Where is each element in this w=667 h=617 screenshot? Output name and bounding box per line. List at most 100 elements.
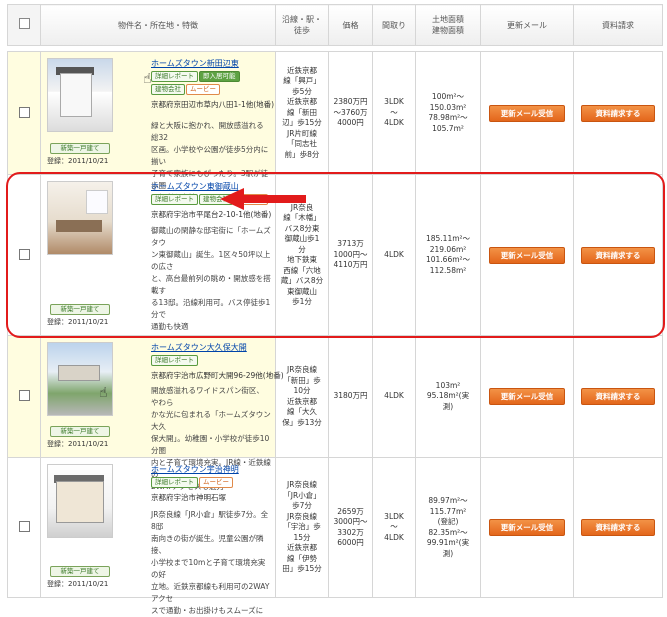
station-line: 近鉄京都	[287, 396, 317, 406]
station-line: 地下鉄東	[287, 255, 317, 264]
registered-date: 登録：2011/10/21	[47, 440, 109, 448]
layout-cell: 4LDK	[372, 174, 416, 336]
property-photo[interactable]	[47, 342, 113, 416]
property-title-link[interactable]: ホームズタウン大久保大開	[151, 342, 271, 353]
station-line: 田」歩15分	[282, 564, 322, 574]
area-line: 78.98m²～	[428, 113, 468, 122]
row-select-cell[interactable]	[7, 51, 41, 175]
area-cell: 100m²～ 150.03m² 78.98m²～ 105.7m²	[415, 51, 481, 175]
feature-tag[interactable]: 建物会社	[151, 84, 185, 95]
feature-tag[interactable]: ムービー	[199, 477, 233, 488]
price-line: 1000円～	[333, 249, 368, 259]
property-description: 御蔵山の閑静な邸宅街に「ホームズタウ ン東御蔵山」誕生。1区々50坪以上の広さ と、…	[151, 225, 271, 333]
price-line: 2659万	[337, 506, 364, 516]
price-line: 4000円	[337, 118, 364, 128]
request-brochure-button[interactable]: 資料請求する	[581, 246, 655, 264]
feature-tag[interactable]: 詳細レポート	[151, 477, 198, 488]
tag-list: 詳細レポート	[151, 354, 271, 367]
feature-tag[interactable]: 即入居可能	[199, 71, 240, 82]
area-line: 89.97m²～	[428, 496, 468, 505]
update-mail-button[interactable]: 更新メール受信	[489, 519, 565, 536]
property-photo[interactable]	[47, 58, 113, 132]
request-brochure-button[interactable]: 資料請求する	[581, 519, 655, 536]
station-line: 線「大久	[287, 407, 317, 416]
request-brochure-button[interactable]: 資料請求する	[581, 388, 655, 405]
area-line: 101.66m²～	[425, 255, 471, 264]
area-cell: 185.11m²～ 219.06m² 101.66m²～ 112.58m²	[415, 174, 481, 336]
brochure-cell: 資料請求する	[573, 51, 663, 175]
row-select-cell[interactable]	[7, 174, 41, 336]
station-line: 蔵」バス8分	[280, 276, 324, 285]
row-select-cell[interactable]	[7, 457, 41, 598]
header-update-mail: 更新メール	[480, 4, 574, 46]
layout-line: ～	[390, 107, 398, 117]
layout-cell: 3LDK ～ 4LDK	[372, 457, 416, 598]
tag-list: 詳細レポート ムービー	[151, 476, 271, 489]
listing-row: 新築一戸建て 登録：2011/10/21 ホームズタウン東御蔵山 詳細レポート建…	[7, 174, 663, 336]
brochure-cell: 資料請求する	[573, 457, 663, 598]
property-title-link[interactable]: ホームズタウン宇治神明	[151, 464, 271, 475]
property-photo[interactable]	[47, 181, 113, 255]
station-line: 「宇治」歩	[283, 522, 321, 532]
row-checkbox[interactable]	[18, 248, 30, 260]
select-all-checkbox[interactable]	[18, 18, 30, 29]
header-brochure: 資料請求	[573, 4, 663, 46]
layout-line: 4LDK	[384, 532, 404, 542]
feature-tag[interactable]: ムービー	[186, 84, 220, 95]
description-line: JR奈良線「JR小倉」駅徒歩7分。全8邸	[151, 510, 269, 531]
header-row: 物件名・所在地・特徴 沿線・駅・ 徒歩 価格 間取り 土地面積 建物面積 更新メール…	[7, 4, 663, 46]
station-line: 東御蔵山	[287, 286, 317, 296]
area-line: 95.18m²(実	[426, 391, 470, 401]
price-line: ～3760万	[333, 107, 368, 117]
description-line: 南向きの街が誕生。児童公園が隣接、	[151, 534, 264, 555]
new-house-badge: 新築一戸建て	[50, 143, 110, 154]
listing-row: 新築一戸建て 登録：2011/10/21 ホームズタウン新田辺東 詳細レポート即…	[7, 51, 663, 202]
area-line: 測)	[442, 401, 454, 411]
station-line: 「新田」歩	[283, 375, 321, 385]
station-line: 線「木幡」	[283, 213, 321, 222]
layout-line: ～	[390, 522, 398, 532]
header-select-all[interactable]	[7, 4, 41, 46]
description-line: 区画。小学校や公園が徒歩5分内に揃い	[151, 145, 269, 166]
station-cell: JR奈良線 「JR小倉」 歩7分 JR奈良線 「宇治」歩 15分 近鉄京都 線「伊勢 田」歩15…	[275, 457, 329, 598]
station-line: 分	[298, 244, 306, 254]
description-line: 保大開」。幼稚園・小学校が徒歩10分圏	[151, 434, 270, 455]
area-line: 115.77m²	[429, 506, 467, 516]
update-mail-button[interactable]: 更新メール受信	[489, 104, 565, 122]
update-mail-cell: 更新メール受信	[480, 457, 574, 598]
area-cell: 103m² 95.18m²(実 測)	[415, 335, 481, 458]
price-cell: 2380万円 ～3760万 4000円	[328, 51, 373, 175]
layout-line: 4LDK	[384, 391, 404, 401]
description-line: る13邸。沿線利用可。バス停徒歩1分で	[151, 298, 271, 319]
price-line: 3000円～	[333, 517, 368, 526]
description-line: 通勤も快適	[151, 322, 189, 331]
station-line: JR奈良線	[287, 480, 317, 490]
row-checkbox[interactable]	[18, 390, 30, 401]
station-line: 近鉄京都	[287, 543, 317, 553]
row-select-cell[interactable]	[7, 335, 41, 458]
row-checkbox[interactable]	[18, 521, 30, 532]
property-title-link[interactable]: ホームズタウン新田辺東	[151, 58, 271, 69]
feature-tag[interactable]: 詳細レポート	[151, 355, 198, 366]
header-name-area: 物件名・所在地・特徴	[40, 4, 276, 46]
description-line: と、高台最前列の眺め・開放感を搭載す	[151, 274, 271, 295]
station-line: 10分	[293, 386, 311, 395]
request-brochure-button[interactable]: 資料請求する	[581, 104, 655, 122]
new-house-badge: 新築一戸建て	[50, 566, 110, 577]
listing-info: 新築一戸建て 登録：2011/10/21 ホームズタウン大久保大開 詳細レポート…	[40, 335, 284, 491]
area-line: 測)	[442, 548, 454, 558]
row-checkbox[interactable]	[18, 106, 30, 118]
update-mail-cell: 更新メール受信	[480, 335, 574, 458]
description-line: かな光に包まれる「ホームズタウン大久	[151, 410, 271, 431]
station-line: 西線「六地	[283, 265, 321, 275]
layout-line: 4LDK	[384, 249, 404, 259]
annotation-arrow	[220, 188, 306, 210]
description-line: 御蔵山の閑静な邸宅街に「ホームズタウ	[151, 226, 271, 247]
station-cell: JR奈良線 「新田」歩 10分 近鉄京都 線「大久 保」歩13分	[275, 335, 329, 458]
property-photo[interactable]	[47, 464, 113, 538]
update-mail-button[interactable]: 更新メール受信	[489, 388, 565, 405]
listing-row: 新築一戸建て 登録：2011/10/21 ホームズタウン宇治神明 詳細レポートム…	[7, 457, 663, 615]
feature-tag[interactable]: 詳細レポート	[151, 71, 198, 82]
update-mail-button[interactable]: 更新メール受信	[489, 246, 565, 264]
feature-tag[interactable]: 詳細レポート	[151, 194, 198, 205]
